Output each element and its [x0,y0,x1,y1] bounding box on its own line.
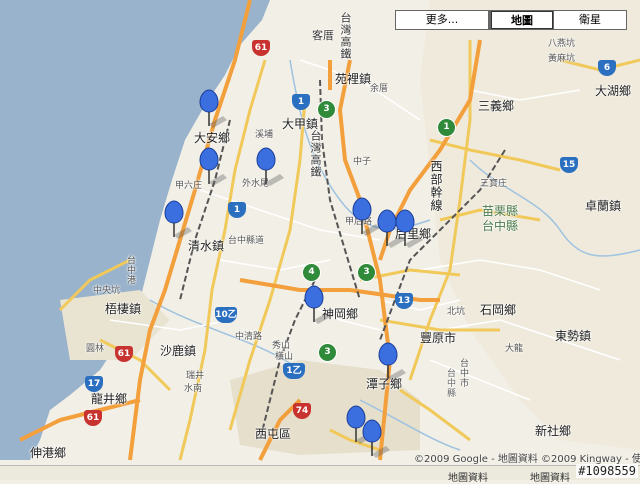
label-fengyuan: 豐原市 [420,331,457,345]
map-type-toggle: 地圖 衛星 [490,10,627,30]
label-dongshi: 東勢鎮 [555,329,592,343]
map-view-button[interactable]: 地圖 [491,11,553,29]
label-xiuliao: 秀山 [272,341,291,351]
label-hsr-mid: 台灣高鐵 [309,130,322,178]
label-jia6: 甲六庄 [175,181,203,191]
satellite-view-button[interactable]: 衛星 [553,11,626,29]
label-ruijia: 瑞井 [186,371,205,381]
label-miaoli: 苗栗縣 [482,204,519,218]
label-taichung-county: 台中縣 [482,219,519,233]
label-xitun: 西屯區 [255,427,292,441]
label-yuanli: 苑裡鎮 [335,72,372,86]
label-zhongzi: 中子 [353,157,372,167]
label-sanyi: 三義鄉 [478,99,515,113]
label-tanzi: 潭子鄉 [366,377,403,391]
label-qingshui: 清水鎮 [188,239,225,253]
label-shalu: 沙鹿鎮 [160,344,197,358]
label-jiahu: 甲后路 [345,217,373,227]
label-hsr-north: 台灣高鐵 [339,12,352,60]
label-bosa: 伸港鄉 [30,446,67,460]
label-yuanbei: 北坑 [447,307,466,317]
label-shuinan: 水南 [184,384,203,394]
map-type-toolbar: 更多... [395,10,490,30]
route-shield-1d: 1乙 [283,363,305,379]
label-houli: 后里鄉 [395,227,432,241]
label-dahu: 大湖鄉 [595,84,632,98]
label-waishui: 外水尾 [242,179,270,189]
label-kerr: 客厝 [312,29,334,42]
route-shield-4: 4 [302,263,321,282]
footer-map-data-link[interactable]: 地圖資料 [448,469,488,484]
label-longjing: 龍井鄉 [91,392,128,406]
label-taichung-city: 台中市 [458,358,468,388]
label-dalun: 大龍 [505,344,524,354]
sea [0,0,270,460]
label-sanbao: 三寶庄 [480,179,508,189]
footer-map-data-link[interactable]: 地圖資料 [530,469,570,484]
label-xibu: 西部幹線 [429,160,443,212]
label-xihu: 溪埔 [255,130,274,140]
label-wuqi: 梧棲鎮 [105,302,142,316]
label-baliao: 八燕坑 [548,39,576,49]
label-highway: 台中縣道 [228,236,265,246]
label-daan: 大安鄉 [194,131,231,145]
more-button[interactable]: 更多... [396,11,489,29]
label-dajia: 大甲鎮 [282,117,319,131]
route-shield-3: 3 [317,100,336,119]
image-id: #1098559 [576,464,638,478]
label-xinshe: 新社鄉 [535,424,572,438]
route-shield-3c: 3 [318,343,337,362]
label-zhongqing: 中清路 [235,332,263,342]
label-yuliao: 余厝 [370,84,389,94]
label-shengang: 神岡鄉 [322,307,359,321]
route-shield-3b: 3 [357,263,376,282]
route-shield-10: 10乙 [215,307,237,323]
label-zhuolan: 卓蘭鎮 [585,199,622,213]
copyright-text: ©2009 Google - 地圖資料 ©2009 Kingway - 使 [414,454,640,465]
map-canvas[interactable] [0,0,640,480]
label-zhongyang: 中央坑 [93,286,121,296]
label-shigang: 石岡鄉 [480,303,517,317]
label-taichung-port: 台中港 [125,255,135,285]
label-taichung-county2: 台中縣 [445,368,455,398]
label-hengshan: 橫山 [275,352,294,362]
label-huangliao: 黃麻坑 [548,54,576,64]
label-yuanlin: 圓林 [86,344,105,354]
route-shield-1c: 1 [437,118,456,137]
